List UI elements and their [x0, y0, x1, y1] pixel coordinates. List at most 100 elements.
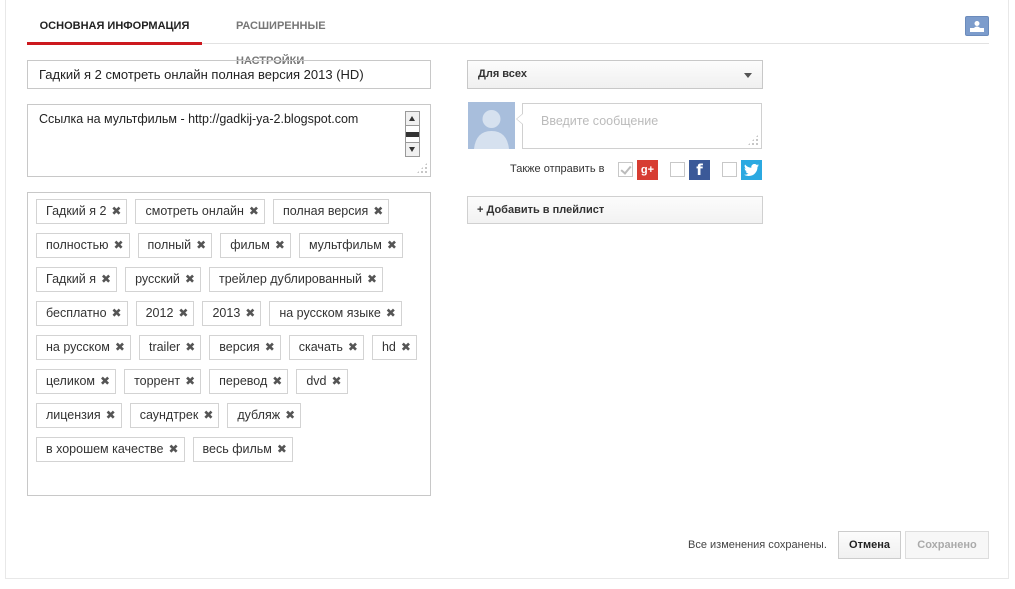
remove-tag-icon[interactable]: ✖ — [196, 234, 206, 257]
remove-tag-icon[interactable]: ✖ — [185, 336, 195, 359]
share-also-label: Также отправить в — [510, 163, 605, 175]
tag-label: фильм — [230, 238, 270, 252]
save-status-text: Все изменения сохранены. — [688, 539, 827, 551]
tag-label: дубляж — [237, 408, 281, 422]
tag-list: Гадкий я 2 ✖ смотреть онлайн ✖ полная версия… — [36, 199, 421, 462]
tab-advanced-settings[interactable]: РАСШИРЕННЫЕ НАСТРОЙКИ — [236, 9, 391, 67]
scroll-down-icon[interactable] — [406, 142, 419, 156]
google-plus-checkbox[interactable] — [618, 162, 633, 177]
description-textarea[interactable]: Ссылка на мультфильм - http://gadkij-ya-… — [27, 104, 431, 177]
tag-label: 2013 — [212, 306, 241, 320]
remove-tag-icon[interactable]: ✖ — [331, 370, 341, 393]
tag-label: целиком — [46, 374, 95, 388]
twitter-checkbox[interactable] — [722, 162, 737, 177]
tag-label: саундтрек — [139, 408, 199, 422]
tag-label: Гадкий я — [46, 272, 96, 286]
remove-tag-icon[interactable]: ✖ — [272, 370, 282, 393]
google-plus-icon[interactable]: g+ — [637, 160, 658, 180]
remove-tag-icon[interactable]: ✖ — [277, 438, 287, 461]
person-upload-icon — [970, 21, 984, 32]
tab-basic-info[interactable]: ОСНОВНАЯ ИНФОРМАЦИЯ — [27, 9, 202, 45]
tag-label: полный — [147, 238, 192, 252]
twitter-bird-icon — [744, 163, 759, 177]
remove-tag-icon[interactable]: ✖ — [101, 268, 111, 291]
remove-tag-icon[interactable]: ✖ — [168, 438, 178, 461]
saved-button[interactable]: Сохранено — [905, 531, 989, 559]
tag-label: весь фильм — [202, 442, 272, 456]
tag-chip: дубляж ✖ — [227, 403, 302, 428]
tag-chip: торрент ✖ — [124, 369, 202, 394]
twitter-icon[interactable] — [741, 160, 762, 180]
tag-chip: на русском ✖ — [36, 335, 131, 360]
tag-chip: 2013 ✖ — [202, 301, 262, 326]
privacy-select[interactable]: Для всех — [467, 60, 763, 89]
remove-tag-icon[interactable]: ✖ — [265, 336, 275, 359]
remove-tag-icon[interactable]: ✖ — [387, 234, 397, 257]
tab-bar: ОСНОВНАЯ ИНФОРМАЦИЯ РАСШИРЕННЫЕ НАСТРОЙК… — [27, 9, 989, 67]
tag-chip: трейлер дублированный ✖ — [208, 267, 384, 292]
tag-chip: полный ✖ — [137, 233, 213, 258]
default-avatar-icon — [468, 102, 515, 149]
tag-label: торрент — [134, 374, 181, 388]
remove-tag-icon[interactable]: ✖ — [386, 302, 396, 325]
facebook-checkbox[interactable] — [670, 162, 685, 177]
remove-tag-icon[interactable]: ✖ — [111, 200, 121, 223]
remove-tag-icon[interactable]: ✖ — [100, 370, 110, 393]
remove-tag-icon[interactable]: ✖ — [113, 234, 123, 257]
remove-tag-icon[interactable]: ✖ — [185, 370, 195, 393]
tag-label: русский — [135, 272, 180, 286]
cancel-button[interactable]: Отмена — [838, 531, 901, 559]
tag-label: в хорошем качестве — [46, 442, 164, 456]
add-to-playlist-button[interactable]: + Добавить в плейлист — [467, 196, 763, 224]
description-scrollbar[interactable] — [405, 111, 420, 157]
remove-tag-icon[interactable]: ✖ — [203, 404, 213, 427]
remove-tag-icon[interactable]: ✖ — [373, 200, 383, 223]
tag-chip: перевод ✖ — [209, 369, 289, 394]
remove-tag-icon[interactable]: ✖ — [112, 302, 122, 325]
chevron-down-icon — [744, 73, 752, 78]
tag-chip: на русском языке ✖ — [269, 301, 402, 326]
tag-label: на русском языке — [279, 306, 381, 320]
remove-tag-icon[interactable]: ✖ — [367, 268, 377, 291]
tag-chip: в хорошем качестве ✖ — [36, 437, 185, 462]
tag-label: hd — [381, 340, 396, 354]
remove-tag-icon[interactable]: ✖ — [185, 268, 195, 291]
tag-label: на русском — [46, 340, 110, 354]
tag-chip: Гадкий я 2 ✖ — [36, 199, 128, 224]
upload-icon[interactable] — [965, 16, 989, 36]
avatar — [468, 102, 515, 149]
tag-chip: лицензия ✖ — [36, 403, 122, 428]
tag-label: мультфильм — [308, 238, 382, 252]
tag-label: трейлер дублированный — [218, 272, 362, 286]
remove-tag-icon[interactable]: ✖ — [275, 234, 285, 257]
remove-tag-icon[interactable]: ✖ — [178, 302, 188, 325]
tag-label: trailer — [148, 340, 181, 354]
facebook-icon[interactable]: f — [689, 160, 710, 180]
tag-label: смотреть онлайн — [145, 204, 244, 218]
tag-chip: саундтрек ✖ — [129, 403, 220, 428]
remove-tag-icon[interactable]: ✖ — [115, 336, 125, 359]
tag-chip: скачать ✖ — [288, 335, 364, 360]
privacy-selected-value: Для всех — [478, 68, 527, 80]
video-title-input[interactable]: Гадкий я 2 смотреть онлайн полная версия… — [27, 60, 431, 89]
remove-tag-icon[interactable]: ✖ — [285, 404, 295, 427]
tag-label: перевод — [219, 374, 268, 388]
tag-chip: русский ✖ — [125, 267, 201, 292]
resize-grip-icon[interactable] — [747, 134, 759, 146]
remove-tag-icon[interactable]: ✖ — [249, 200, 259, 223]
remove-tag-icon[interactable]: ✖ — [348, 336, 358, 359]
scroll-up-icon[interactable] — [406, 112, 419, 126]
tag-label: полностью — [46, 238, 109, 252]
tag-label: dvd — [306, 374, 327, 388]
tag-chip: бесплатно ✖ — [36, 301, 128, 326]
remove-tag-icon[interactable]: ✖ — [401, 336, 411, 359]
remove-tag-icon[interactable]: ✖ — [106, 404, 116, 427]
tags-input[interactable]: Гадкий я 2 ✖ смотреть онлайн ✖ полная версия… — [27, 192, 431, 496]
share-message-input[interactable]: Введите сообщение — [516, 103, 762, 149]
tag-label: бесплатно — [46, 306, 107, 320]
tag-chip: фильм ✖ — [220, 233, 291, 258]
scroll-thumb[interactable] — [406, 132, 419, 137]
resize-grip-icon[interactable] — [416, 162, 428, 174]
tag-label: лицензия — [46, 408, 101, 422]
remove-tag-icon[interactable]: ✖ — [245, 302, 255, 325]
